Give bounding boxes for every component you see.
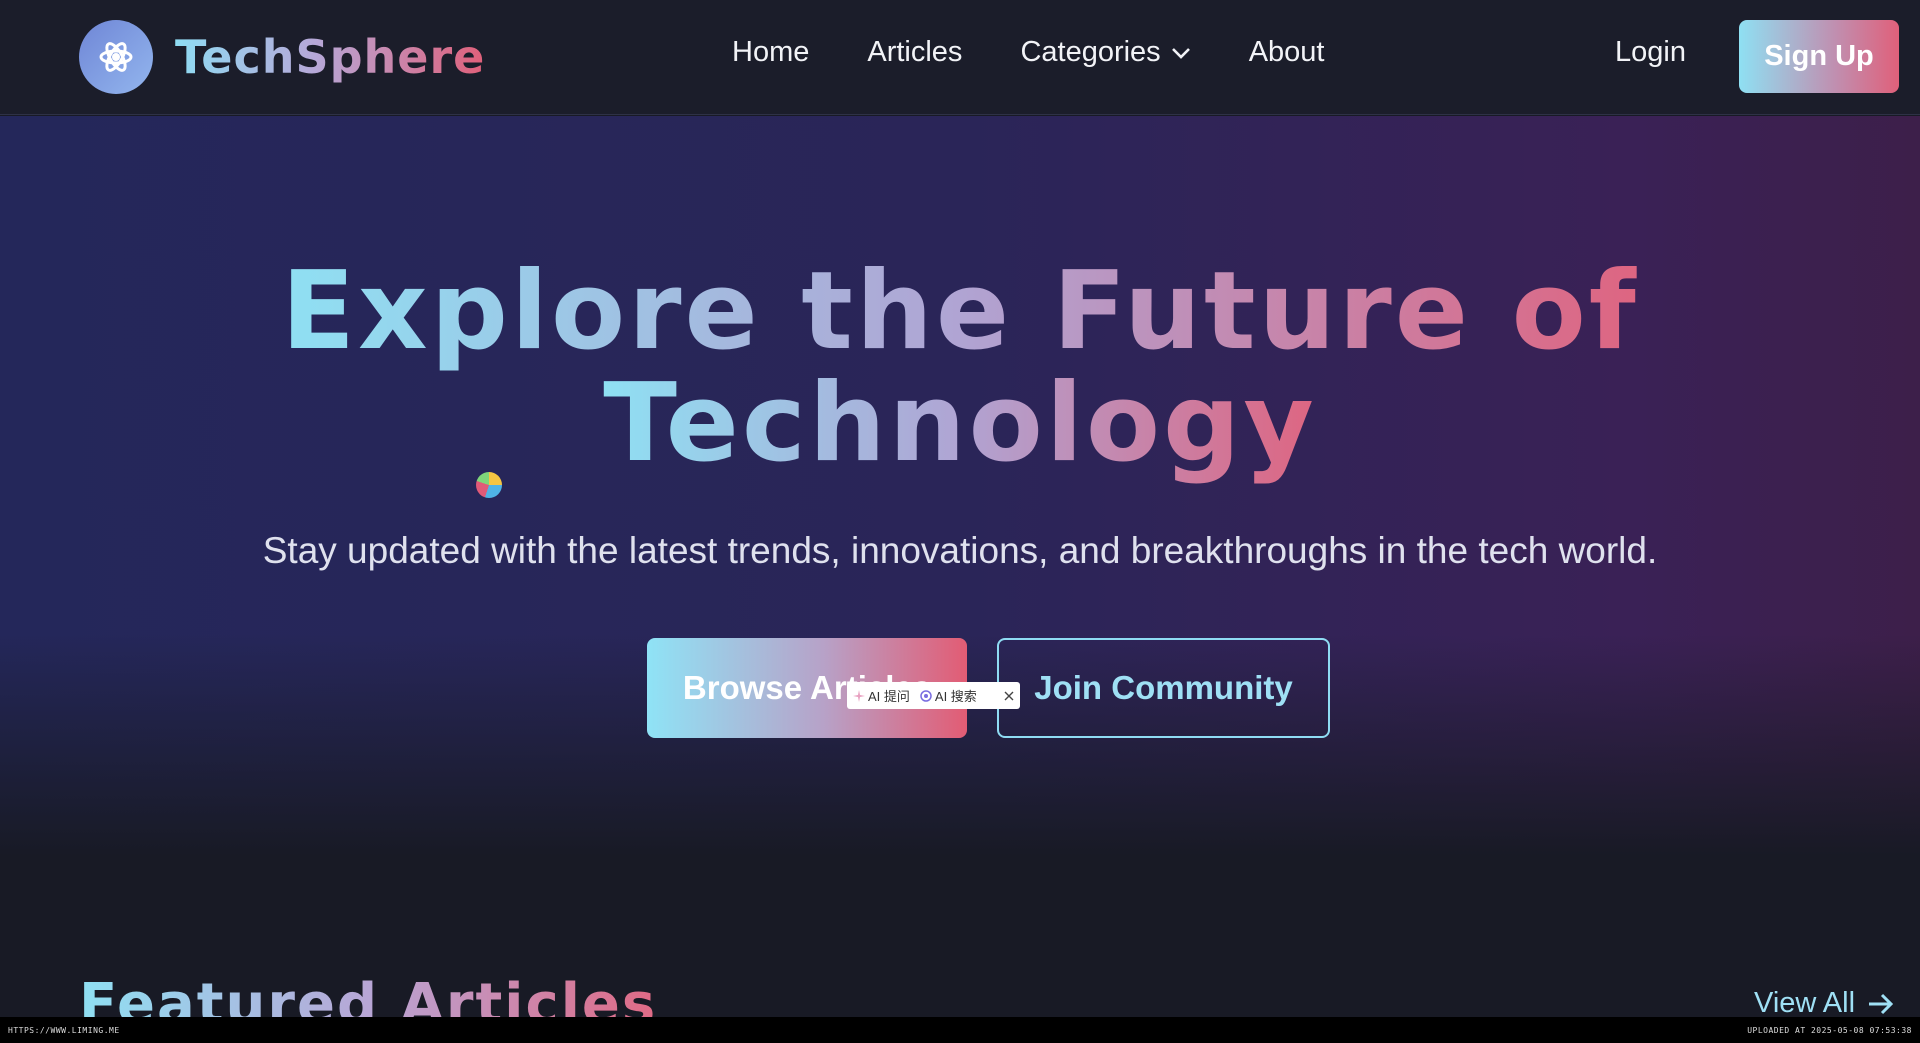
signup-button[interactable]: Sign Up [1739, 20, 1899, 93]
ai-selection-popup: AI 提问 AI 搜索 [847, 682, 1020, 709]
hero-title-line1: Explore the Future of [281, 249, 1639, 374]
color-orb-icon [476, 472, 502, 498]
chevron-down-icon [1171, 46, 1191, 60]
ai-search-label: AI 搜索 [934, 689, 977, 704]
nav-categories-label: Categories [1020, 36, 1161, 68]
brand-name: TechSphere [175, 30, 486, 84]
join-community-button[interactable]: Join Community [997, 638, 1330, 738]
main-nav: Home Articles Categories About [732, 36, 1382, 69]
navbar: TechSphere Home Articles Categories Abou… [0, 0, 1920, 115]
watermark-strip: HTTPS://WWW.LIMING.ME UPLOADED AT 2025-0… [0, 1017, 1920, 1043]
nav-about[interactable]: About [1249, 36, 1325, 69]
nav-articles[interactable]: Articles [867, 36, 962, 69]
arrow-right-icon [1867, 992, 1895, 1016]
sparkle-icon [853, 689, 865, 702]
ai-search-button[interactable]: AI 搜索 [920, 686, 977, 705]
ai-ask-label: AI 提问 [868, 689, 910, 704]
brand-logo[interactable]: TechSphere [79, 20, 485, 94]
login-link[interactable]: Login [1615, 36, 1686, 69]
close-icon[interactable] [1004, 691, 1014, 701]
hero-subtitle: Stay updated with the latest trends, inn… [262, 530, 1658, 571]
hero-title-line2: Technology [603, 361, 1317, 486]
nav-home[interactable]: Home [732, 36, 809, 69]
hero-title: Explore the Future of Technology [0, 256, 1920, 480]
nav-categories[interactable]: Categories [1020, 36, 1190, 69]
watermark-url: HTTPS://WWW.LIMING.ME [8, 1025, 120, 1035]
atom-gear-icon [79, 20, 153, 94]
watermark-upload-time: UPLOADED AT 2025-05-08 07:53:38 [1747, 1025, 1912, 1035]
hero-section: Explore the Future of Technology Stay up… [0, 116, 1920, 856]
view-all-label: View All [1754, 987, 1856, 1019]
view-all-link[interactable]: View All [1754, 987, 1895, 1020]
ai-search-icon [920, 689, 932, 702]
ai-ask-button[interactable]: AI 提问 [853, 686, 910, 705]
